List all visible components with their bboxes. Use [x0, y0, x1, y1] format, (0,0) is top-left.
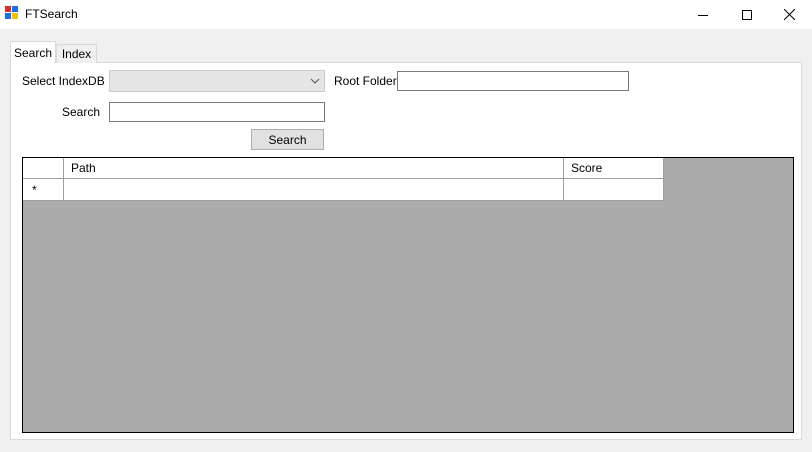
- column-header-path[interactable]: Path: [64, 158, 564, 179]
- indexdb-dropdown[interactable]: [109, 70, 325, 92]
- search-input[interactable]: [109, 102, 325, 122]
- root-folder-label: Root Folder: [334, 74, 397, 88]
- root-folder-input[interactable]: [397, 71, 629, 91]
- window-title: FTSearch: [25, 7, 78, 21]
- minimize-button[interactable]: [680, 0, 726, 29]
- new-row-marker[interactable]: *: [23, 179, 64, 201]
- tab-index[interactable]: Index: [56, 44, 97, 63]
- new-row-score-cell[interactable]: [564, 179, 664, 201]
- grid-corner-header[interactable]: [23, 158, 64, 179]
- app-icon: [5, 6, 18, 19]
- search-button[interactable]: Search: [251, 129, 324, 150]
- maximize-icon: [742, 9, 752, 20]
- select-indexdb-label: Select IndexDB: [22, 74, 105, 88]
- title-bar: FTSearch: [0, 0, 812, 29]
- chevron-down-icon: [310, 78, 320, 84]
- search-label: Search: [62, 105, 101, 119]
- maximize-button[interactable]: [724, 0, 770, 29]
- results-grid[interactable]: Path Score *: [22, 157, 794, 433]
- column-header-score[interactable]: Score: [564, 158, 664, 179]
- new-row-path-cell[interactable]: [64, 179, 564, 201]
- tab-search[interactable]: Search: [10, 41, 56, 63]
- close-icon: [783, 9, 795, 20]
- close-button[interactable]: [766, 0, 812, 29]
- minimize-icon: [698, 14, 708, 16]
